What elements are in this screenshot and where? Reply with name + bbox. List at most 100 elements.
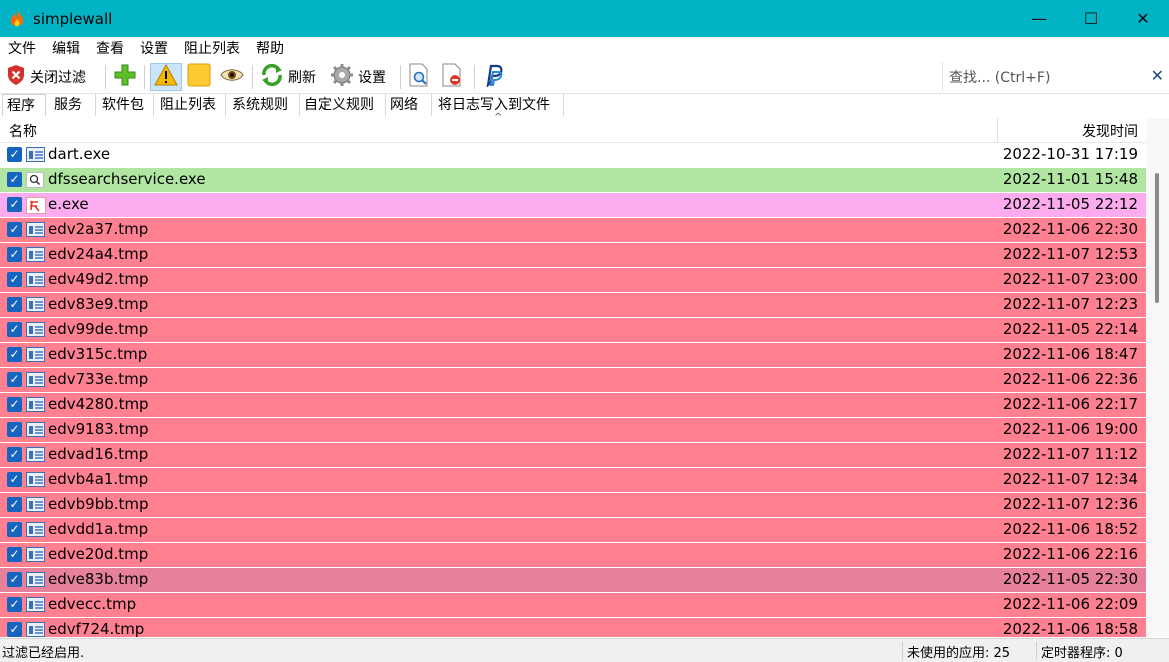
- minimize-button[interactable]: —: [1013, 0, 1065, 37]
- table-row[interactable]: ✓ edvb9bb.tmp 2022-11-07 12:36: [0, 493, 1146, 517]
- menu-view[interactable]: 查看: [88, 37, 132, 61]
- app-window-icon: [26, 322, 45, 337]
- table-row[interactable]: ✓ edvf724.tmp 2022-11-06 18:58: [0, 618, 1146, 637]
- row-checkbox[interactable]: ✓: [7, 547, 22, 562]
- app-window-icon: [26, 422, 45, 437]
- close-button[interactable]: ✕: [1117, 0, 1169, 37]
- table-row[interactable]: ✓ edv315c.tmp 2022-11-06 18:47: [0, 343, 1146, 367]
- table-row[interactable]: ✓ edvad16.tmp 2022-11-07 11:12: [0, 443, 1146, 467]
- column-divider[interactable]: [997, 118, 998, 142]
- vertical-scrollbar[interactable]: [1146, 118, 1169, 637]
- donate-button[interactable]: [482, 63, 508, 91]
- app-window-icon: [26, 522, 45, 537]
- row-checkbox[interactable]: ✓: [7, 497, 22, 512]
- row-checkbox[interactable]: ✓: [7, 147, 22, 162]
- refresh-button[interactable]: 刷新: [260, 63, 316, 91]
- table-row[interactable]: ✓ edv733e.tmp 2022-11-06 22:36: [0, 368, 1146, 392]
- row-checkbox[interactable]: ✓: [7, 172, 22, 187]
- notifications-button[interactable]: [150, 63, 182, 91]
- maximize-button[interactable]: ☐: [1065, 0, 1117, 37]
- tab-packages[interactable]: 软件包: [98, 94, 154, 116]
- app-window-icon: [26, 622, 45, 637]
- table-row[interactable]: ✓ edv4280.tmp 2022-11-06 22:17: [0, 393, 1146, 417]
- row-time: 2022-11-07 12:23: [1002, 295, 1138, 313]
- column-name[interactable]: 名称: [9, 121, 37, 141]
- row-name: dart.exe: [48, 145, 111, 163]
- refresh-icon: [260, 63, 284, 91]
- row-time: 2022-11-06 22:17: [1002, 395, 1138, 413]
- row-checkbox[interactable]: ✓: [7, 372, 22, 387]
- row-name: edv9183.tmp: [48, 420, 149, 438]
- settings-button[interactable]: 设置: [330, 63, 386, 91]
- row-checkbox[interactable]: ✓: [7, 197, 22, 212]
- row-checkbox[interactable]: ✓: [7, 247, 22, 262]
- note-icon: [187, 63, 211, 91]
- row-checkbox[interactable]: ✓: [7, 347, 22, 362]
- row-checkbox[interactable]: ✓: [7, 597, 22, 612]
- table-row[interactable]: ✓ dfssearchservice.exe 2022-11-01 15:48: [0, 168, 1146, 192]
- paypal-icon: [482, 63, 506, 91]
- table-row[interactable]: ✓ e.exe 2022-11-05 22:12: [0, 193, 1146, 217]
- table-row[interactable]: ✓ edvecc.tmp 2022-11-06 22:09: [0, 593, 1146, 617]
- disable-filter-button[interactable]: 关闭过滤: [6, 63, 86, 91]
- menu-blocklist[interactable]: 阻止列表: [176, 37, 248, 61]
- table-row[interactable]: ✓ edve83b.tmp 2022-11-05 22:30: [0, 568, 1146, 592]
- row-name: edv49d2.tmp: [48, 270, 149, 288]
- table-row[interactable]: ✓ edvb4a1.tmp 2022-11-07 12:34: [0, 468, 1146, 492]
- row-time: 2022-11-01 15:48: [1002, 170, 1138, 188]
- title-bar: simplewall — ☐ ✕: [0, 0, 1169, 37]
- menu-settings[interactable]: 设置: [132, 37, 176, 61]
- status-bar: 过滤已经启用. 未使用的应用: 25 定时器程序: 0: [0, 638, 1169, 662]
- row-checkbox[interactable]: ✓: [7, 322, 22, 337]
- tab-blocklist[interactable]: 阻止列表: [156, 94, 226, 116]
- table-row[interactable]: ✓ edv24a4.tmp 2022-11-07 12:53: [0, 243, 1146, 267]
- tab-system-rules[interactable]: 系统规则: [228, 94, 300, 116]
- app-window-icon: [26, 572, 45, 587]
- table-row[interactable]: ✓ edv9183.tmp 2022-11-06 19:00: [0, 418, 1146, 442]
- tab-services[interactable]: 服务: [50, 94, 96, 116]
- scrollbar-thumb[interactable]: [1155, 173, 1159, 303]
- clear-search-icon[interactable]: ✕: [1151, 66, 1164, 85]
- log-clear-button[interactable]: [441, 63, 467, 91]
- shield-icon: [6, 64, 26, 90]
- note-button[interactable]: [187, 63, 213, 91]
- tab-programs[interactable]: 程序: [2, 94, 46, 116]
- table-row[interactable]: ✓ edv83e9.tmp 2022-11-07 12:23: [0, 293, 1146, 317]
- search-input[interactable]: [947, 66, 1141, 89]
- table-row[interactable]: ✓ edve20d.tmp 2022-11-06 22:16: [0, 543, 1146, 567]
- row-checkbox[interactable]: ✓: [7, 622, 22, 637]
- column-header: ^ 名称 发现时间: [0, 112, 1146, 143]
- table-row[interactable]: ✓ edv99de.tmp 2022-11-05 22:14: [0, 318, 1146, 342]
- table-row[interactable]: ✓ edv49d2.tmp 2022-11-07 23:00: [0, 268, 1146, 292]
- table-row[interactable]: ✓ edvdd1a.tmp 2022-11-06 18:52: [0, 518, 1146, 542]
- warning-icon: [154, 63, 178, 90]
- row-time: 2022-11-05 22:12: [1002, 195, 1138, 213]
- table-row[interactable]: ✓ edv2a37.tmp 2022-11-06 22:30: [0, 218, 1146, 242]
- row-time: 2022-10-31 17:19: [1002, 145, 1138, 163]
- app-window-icon: [26, 597, 45, 612]
- log-view-button[interactable]: [408, 63, 434, 91]
- row-name: edv4280.tmp: [48, 395, 149, 413]
- settings-label: 设置: [358, 70, 386, 86]
- row-checkbox[interactable]: ✓: [7, 397, 22, 412]
- app-window-icon: [26, 272, 45, 287]
- tab-network[interactable]: 网络: [386, 94, 432, 116]
- view-button[interactable]: [220, 63, 246, 91]
- menu-edit[interactable]: 编辑: [44, 37, 88, 61]
- column-time[interactable]: 发现时间: [1082, 121, 1138, 141]
- app-window-icon: [26, 147, 45, 162]
- add-button[interactable]: [113, 63, 139, 91]
- row-checkbox[interactable]: ✓: [7, 447, 22, 462]
- row-checkbox[interactable]: ✓: [7, 422, 22, 437]
- row-checkbox[interactable]: ✓: [7, 472, 22, 487]
- row-checkbox[interactable]: ✓: [7, 297, 22, 312]
- tab-custom-rules[interactable]: 自定义规则: [300, 94, 386, 116]
- table-row[interactable]: ✓ dart.exe 2022-10-31 17:19: [0, 143, 1146, 167]
- row-checkbox[interactable]: ✓: [7, 272, 22, 287]
- menu-file[interactable]: 文件: [0, 37, 44, 61]
- menu-help[interactable]: 帮助: [248, 37, 292, 61]
- row-name: edv24a4.tmp: [48, 245, 149, 263]
- row-checkbox[interactable]: ✓: [7, 522, 22, 537]
- row-checkbox[interactable]: ✓: [7, 222, 22, 237]
- row-checkbox[interactable]: ✓: [7, 572, 22, 587]
